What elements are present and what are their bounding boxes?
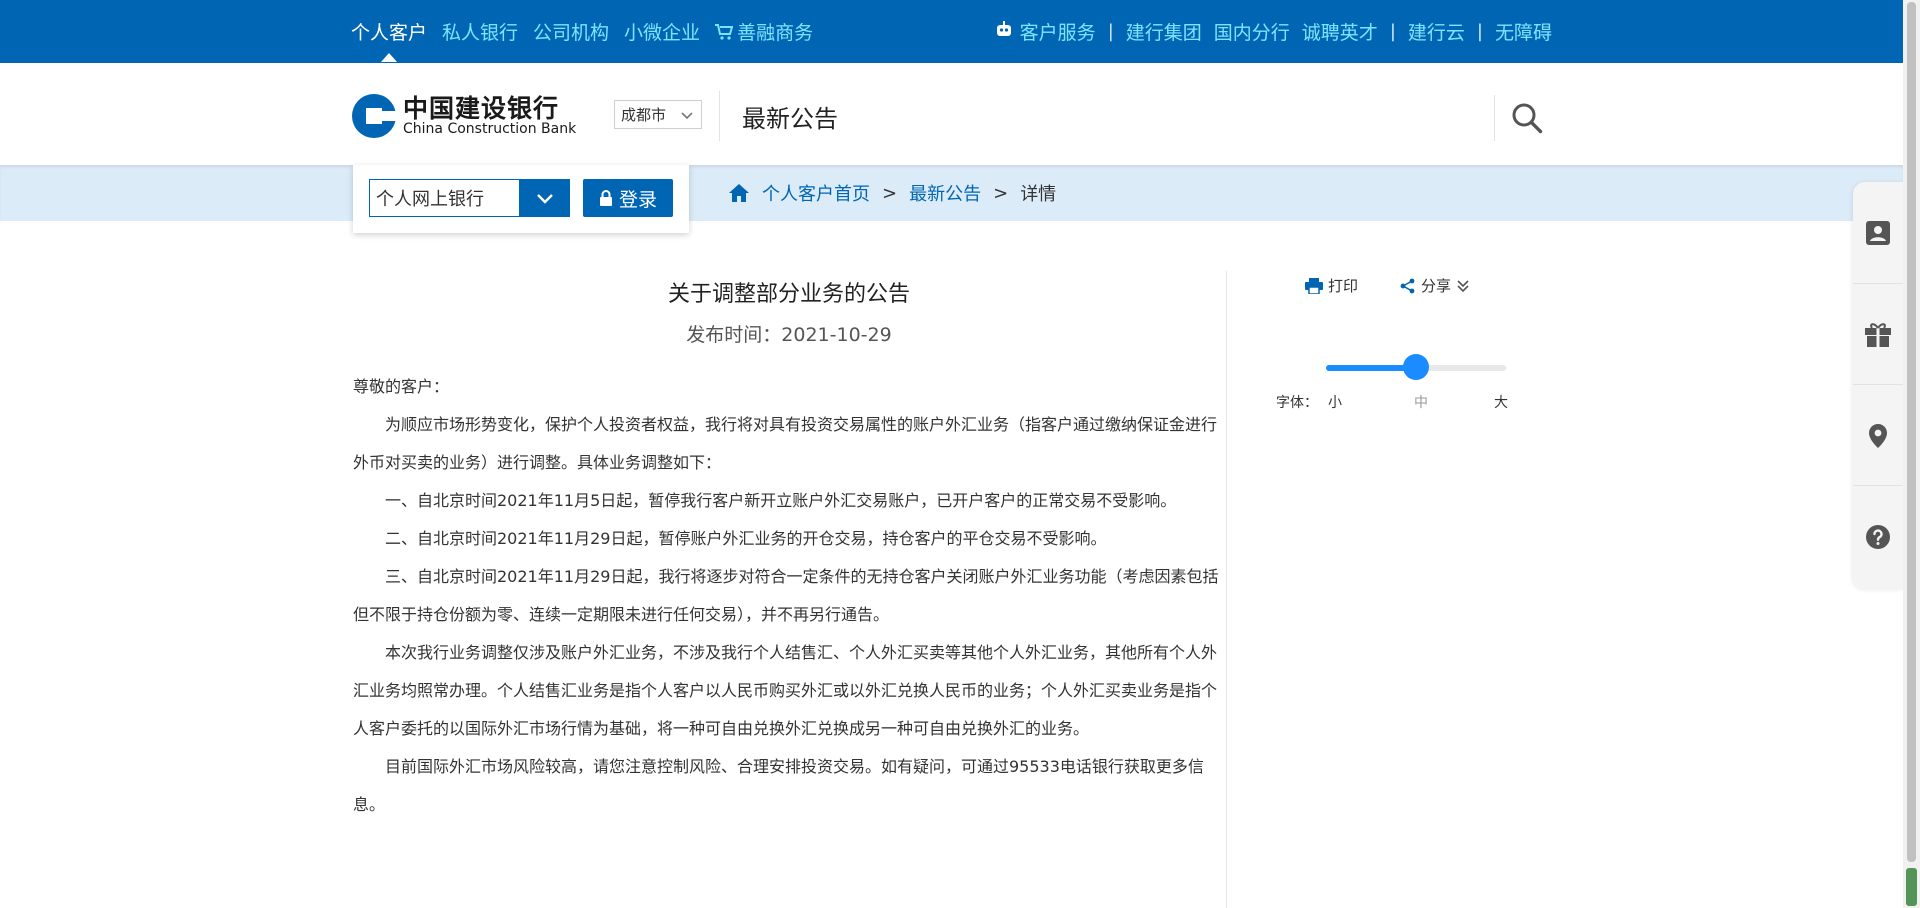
page-scrollbar[interactable] bbox=[1903, 0, 1920, 908]
location-icon bbox=[1869, 423, 1887, 448]
nav-corporate[interactable]: 公司机构 bbox=[533, 18, 609, 45]
print-button[interactable]: 打印 bbox=[1305, 275, 1358, 296]
breadcrumb-separator: > bbox=[993, 182, 1009, 204]
site-header: 中国建设银行 China Construction Bank 成都市 最新公告 bbox=[0, 63, 1903, 165]
printer-icon bbox=[1305, 277, 1323, 294]
breadcrumb-current: 详情 bbox=[1020, 184, 1057, 205]
article-tools: 打印 分享 bbox=[1305, 275, 1470, 296]
font-size-large[interactable]: 大 bbox=[1494, 392, 1508, 412]
bank-type-dropdown-button[interactable] bbox=[520, 179, 570, 217]
nav-separator: | bbox=[1476, 21, 1483, 42]
share-label: 分享 bbox=[1421, 277, 1452, 295]
city-select-value: 成都市 bbox=[621, 106, 667, 124]
rail-item-gift[interactable] bbox=[1853, 283, 1903, 385]
rail-item-location[interactable] bbox=[1853, 384, 1903, 486]
font-size-slider[interactable] bbox=[1326, 354, 1506, 380]
scrollbar-grip[interactable] bbox=[1906, 868, 1917, 906]
customer-service-label: 客户服务 bbox=[1019, 22, 1096, 44]
top-nav-bar: 个人客户 私人银行 公司机构 小微企业 善融商务 客户服务 | 建行集团 国内分… bbox=[0, 0, 1903, 63]
nav-separator: | bbox=[1107, 21, 1114, 42]
font-size-label: 字体： bbox=[1276, 395, 1318, 411]
nav-customer-service[interactable]: 客户服务 bbox=[994, 18, 1096, 45]
logo-english: China Construction Bank bbox=[403, 120, 577, 137]
nav-ccb-cloud[interactable]: 建行云 bbox=[1408, 18, 1465, 45]
header-divider bbox=[1494, 95, 1495, 141]
announcement-article: 关于调整部分业务的公告 发布时间：2021-10-29 尊敬的客户： 为顺应市场… bbox=[353, 270, 1225, 824]
print-label: 打印 bbox=[1328, 277, 1359, 295]
double-chevron-down-icon bbox=[1457, 279, 1469, 292]
home-icon[interactable] bbox=[728, 183, 750, 203]
cart-icon bbox=[715, 24, 734, 40]
slider-handle[interactable] bbox=[1403, 354, 1429, 380]
customer-segment-nav: 个人客户 私人银行 公司机构 小微企业 善融商务 bbox=[351, 0, 813, 63]
nav-ccb-group[interactable]: 建行集团 bbox=[1126, 18, 1202, 45]
article-paragraph: 本次我行业务调整仅涉及账户外汇业务，不涉及我行个人结售汇、个人外汇买卖等其他个人… bbox=[353, 643, 1218, 738]
robot-icon bbox=[996, 21, 1011, 36]
user-card-icon bbox=[1866, 220, 1890, 245]
nav-accessibility[interactable]: 无障碍 bbox=[1495, 18, 1552, 45]
bank-type-select[interactable]: 个人网上银行 bbox=[369, 179, 520, 217]
ccb-emblem-icon bbox=[352, 94, 397, 138]
share-button[interactable]: 分享 bbox=[1400, 275, 1470, 296]
help-icon bbox=[1866, 524, 1890, 549]
article-paragraph: 为顺应市场形势变化，保护个人投资者权益，我行将对具有投资交易属性的账户外汇业务（… bbox=[353, 415, 1218, 472]
nav-domestic-branches[interactable]: 国内分行 bbox=[1214, 18, 1290, 45]
nav-separator: | bbox=[1389, 21, 1396, 42]
article-date: 发布时间：2021-10-29 bbox=[686, 324, 892, 346]
article-paragraph: 二、自北京时间2021年11月29日起，暂停账户外汇业务的开仓交易，持仓客户的平… bbox=[385, 529, 1107, 548]
breadcrumb-separator: > bbox=[882, 182, 898, 204]
breadcrumb-section[interactable]: 最新公告 bbox=[909, 180, 981, 206]
chevron-down-icon bbox=[681, 112, 693, 120]
nav-careers[interactable]: 诚聘英才 bbox=[1302, 18, 1378, 45]
column-divider bbox=[1226, 271, 1227, 908]
rail-item-account[interactable] bbox=[1853, 182, 1903, 283]
article-paragraph: 一、自北京时间2021年11月5日起，暂停我行客户新开立账户外汇交易账户，已开户… bbox=[385, 491, 1177, 510]
breadcrumb: 个人客户首页 > 最新公告 > 详情 bbox=[728, 165, 1056, 221]
city-select[interactable]: 成都市 bbox=[614, 100, 702, 129]
font-size-medium[interactable]: 中 bbox=[1414, 392, 1428, 412]
chevron-down-icon bbox=[537, 194, 553, 204]
header-divider bbox=[719, 91, 720, 141]
logo-chinese: 中国建设银行 bbox=[403, 93, 560, 123]
nav-personal[interactable]: 个人客户 bbox=[351, 18, 427, 62]
nav-shanrong-commerce[interactable]: 善融商务 bbox=[715, 18, 813, 45]
login-button-label: 登录 bbox=[618, 188, 657, 211]
article-paragraph: 目前国际外汇市场风险较高，请您注意控制风险、合理安排投资交易。如有疑问，可通过9… bbox=[353, 757, 1204, 814]
bank-type-value: 个人网上银行 bbox=[376, 189, 484, 210]
breadcrumb-home[interactable]: 个人客户首页 bbox=[762, 180, 870, 206]
scrollbar-thumb[interactable] bbox=[1907, 2, 1916, 862]
nav-small-business[interactable]: 小微企业 bbox=[624, 18, 700, 45]
share-icon bbox=[1400, 278, 1415, 293]
article-body: 尊敬的客户： 为顺应市场形势变化，保护个人投资者权益，我行将对具有投资交易属性的… bbox=[353, 368, 1225, 824]
floating-service-rail bbox=[1853, 182, 1903, 590]
utility-nav: 客户服务 | 建行集团 国内分行 诚聘英才 | 建行云 | 无障碍 bbox=[994, 0, 1552, 63]
nav-private-banking[interactable]: 私人银行 bbox=[442, 18, 518, 45]
login-panel: 个人网上银行 登录 bbox=[353, 165, 689, 233]
font-size-small[interactable]: 小 bbox=[1328, 392, 1342, 412]
login-button[interactable]: 登录 bbox=[583, 179, 673, 217]
article-title: 关于调整部分业务的公告 bbox=[667, 282, 910, 307]
nav-shanrong-label: 善融商务 bbox=[737, 22, 814, 44]
rail-item-help[interactable] bbox=[1853, 485, 1903, 587]
article-paragraph: 三、自北京时间2021年11月29日起，我行将逐步对符合一定条件的无持仓客户关闭… bbox=[353, 567, 1219, 624]
search-icon[interactable] bbox=[1510, 101, 1544, 135]
lock-icon bbox=[599, 190, 612, 206]
ccb-logo[interactable]: 中国建设银行 China Construction Bank bbox=[351, 91, 601, 141]
page-title: 最新公告 bbox=[742, 105, 838, 133]
article-greeting: 尊敬的客户： bbox=[353, 377, 450, 396]
gift-icon bbox=[1865, 322, 1891, 347]
